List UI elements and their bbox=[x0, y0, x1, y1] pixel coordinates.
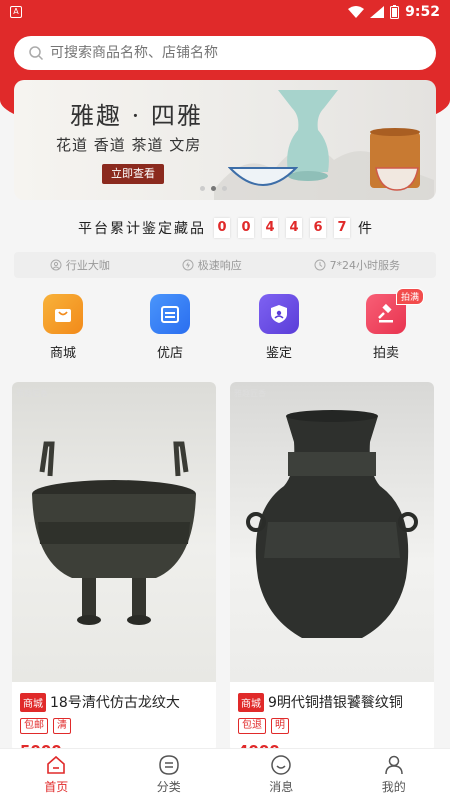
tab-label: 首页 bbox=[44, 780, 69, 794]
shopping-bag-icon bbox=[43, 294, 83, 334]
category-auction[interactable]: 拍满 拍卖 bbox=[356, 288, 424, 361]
banner-pagination bbox=[200, 186, 227, 191]
tab-messages[interactable]: 消息 bbox=[225, 749, 338, 800]
product-title-row: 商城 9明代铜措银饕餮纹铜 bbox=[238, 692, 428, 712]
bowl-illustration bbox=[228, 167, 298, 186]
product-tag: 包退 bbox=[238, 718, 266, 734]
auction-badge: 拍满 bbox=[395, 288, 424, 305]
home-icon bbox=[47, 755, 66, 774]
search-icon bbox=[29, 46, 44, 61]
tab-label: 分类 bbox=[156, 780, 181, 794]
bottom-tab-bar: 首页 分类 消息 我的 bbox=[0, 748, 450, 800]
store-icon bbox=[150, 294, 190, 334]
product-image[interactable]: 雅趣匠香 bbox=[12, 382, 216, 682]
appraisal-counter: 平台累计鉴定藏品 0 0 4 4 6 7 件 bbox=[0, 216, 450, 240]
product-card[interactable]: 雅趣匠香 商城 18号清代仿古龙纹大 包邮 清 5000 bbox=[12, 382, 216, 752]
product-tag: 包邮 bbox=[20, 718, 48, 734]
tab-category[interactable]: 分类 bbox=[113, 749, 226, 800]
bronze-ding-illustration bbox=[32, 441, 196, 625]
counter-unit: 件 bbox=[358, 221, 372, 237]
user-circle-icon bbox=[50, 259, 62, 271]
bronze-vase-illustration bbox=[246, 410, 418, 638]
tab-home[interactable]: 首页 bbox=[0, 749, 113, 800]
service-features: 行业大咖 极速响应 7*24小时服务 bbox=[14, 252, 436, 278]
cup-illustration bbox=[375, 167, 419, 191]
message-icon bbox=[271, 755, 291, 775]
counter-digit: 7 bbox=[334, 218, 350, 238]
counter-digit: 6 bbox=[310, 218, 326, 238]
image-watermark: 雅趣匠香 bbox=[16, 389, 48, 398]
category-appraisal[interactable]: 鉴定 bbox=[249, 294, 309, 361]
status-bar: A 9:52 bbox=[0, 0, 450, 26]
category-store[interactable]: 优店 bbox=[140, 294, 200, 361]
shop-tag: 商城 bbox=[20, 692, 46, 712]
banner-view-button[interactable]: 立即查看 bbox=[102, 164, 164, 184]
product-title: 9明代铜措银饕餮纹铜 bbox=[268, 695, 403, 711]
banner-subtitle: 花道 香道 茶道 文房 bbox=[56, 136, 202, 154]
banner-dot[interactable] bbox=[222, 186, 227, 191]
wifi-icon bbox=[348, 6, 365, 18]
product-tags: 包邮 清 bbox=[20, 718, 71, 734]
search-bar[interactable] bbox=[14, 36, 436, 70]
product-title: 18号清代仿古龙纹大 bbox=[50, 695, 180, 711]
battery-icon bbox=[390, 5, 400, 19]
product-title-row: 商城 18号清代仿古龙纹大 bbox=[20, 692, 210, 712]
category-label: 商城 bbox=[49, 346, 76, 361]
feature-fast-response: 极速响应 bbox=[182, 257, 242, 273]
category-label: 拍卖 bbox=[372, 346, 399, 361]
product-tag: 明 bbox=[271, 718, 289, 734]
image-watermark: 雅趣匠香 bbox=[234, 389, 266, 398]
counter-digit: 4 bbox=[286, 218, 302, 238]
status-time: 9:52 bbox=[405, 4, 440, 20]
product-tag: 清 bbox=[53, 718, 71, 734]
product-image[interactable]: 雅趣匠香 bbox=[230, 382, 434, 682]
lightning-circle-icon bbox=[182, 259, 194, 271]
feature-24h-service: 7*24小时服务 bbox=[314, 257, 401, 273]
feature-label: 7*24小时服务 bbox=[329, 259, 401, 272]
tab-label: 消息 bbox=[269, 780, 294, 794]
category-mall[interactable]: 商城 bbox=[33, 294, 93, 361]
search-input[interactable] bbox=[50, 45, 410, 61]
category-icon bbox=[158, 755, 179, 775]
banner-dot[interactable] bbox=[200, 186, 205, 191]
product-card[interactable]: 雅趣匠香 商城 9明代铜措银饕餮纹铜 包退 明 4000 bbox=[230, 382, 434, 752]
category-nav: 商城 优店 鉴定 拍满 拍卖 bbox=[0, 288, 450, 361]
profile-icon bbox=[385, 755, 403, 775]
feature-label: 极速响应 bbox=[197, 259, 242, 272]
banner-dot[interactable] bbox=[211, 186, 216, 191]
category-label: 鉴定 bbox=[265, 346, 292, 361]
category-label: 优店 bbox=[156, 346, 183, 361]
gavel-icon: 拍满 bbox=[366, 288, 424, 334]
clock-icon bbox=[314, 259, 326, 271]
signal-icon bbox=[370, 6, 385, 18]
counter-digit: 4 bbox=[262, 218, 278, 238]
shield-user-icon bbox=[259, 294, 299, 334]
feature-experts: 行业大咖 bbox=[50, 257, 110, 273]
counter-digit: 0 bbox=[214, 218, 230, 238]
tab-profile[interactable]: 我的 bbox=[338, 749, 450, 800]
tab-label: 我的 bbox=[381, 780, 406, 794]
shop-tag: 商城 bbox=[238, 692, 264, 712]
app-notification-icon: A bbox=[10, 6, 22, 18]
counter-digit: 0 bbox=[238, 218, 254, 238]
promo-banner[interactable]: 雅趣 · 四雅 花道 香道 茶道 文房 立即查看 bbox=[14, 80, 436, 200]
feature-label: 行业大咖 bbox=[65, 259, 110, 272]
banner-title: 雅趣 · 四雅 bbox=[70, 102, 203, 130]
product-tags: 包退 明 bbox=[238, 718, 289, 734]
counter-label: 平台累计鉴定藏品 bbox=[78, 221, 206, 237]
